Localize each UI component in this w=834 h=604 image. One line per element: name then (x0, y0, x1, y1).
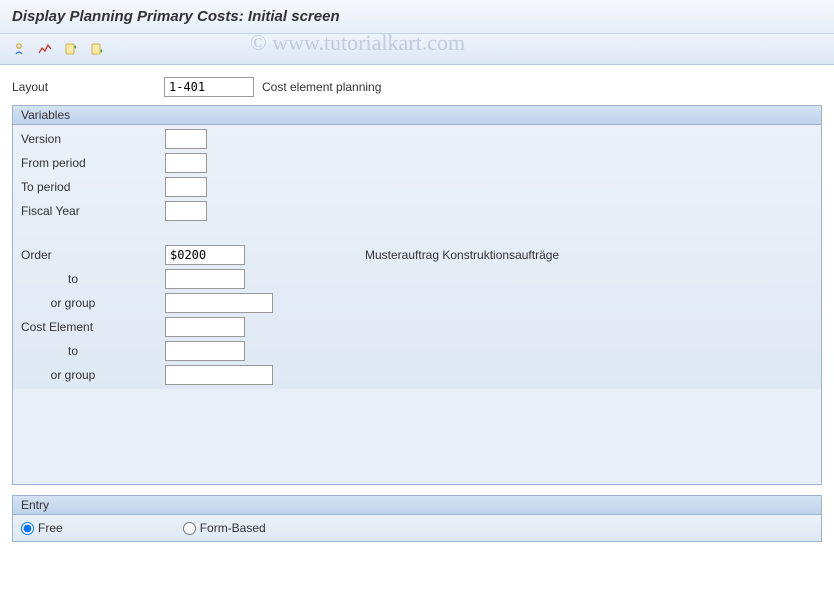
to-period-label: To period (21, 180, 165, 194)
from-period-input[interactable] (165, 153, 207, 173)
page-title: Display Planning Primary Costs: Initial … (12, 8, 822, 25)
version-input[interactable] (165, 129, 207, 149)
variables-panel-body: Version From period To period Fiscal Yea… (13, 125, 821, 389)
order-group-label: or group (21, 296, 165, 310)
overview-icon[interactable] (8, 38, 30, 60)
entry-free-option[interactable]: Free (21, 521, 63, 535)
order-description: Musterauftrag Konstruktionsaufträge (365, 248, 559, 262)
order-row: Order Musterauftrag Konstruktionsaufträg… (13, 243, 821, 267)
entry-free-label: Free (38, 521, 63, 535)
cost-element-group-row: or group (13, 363, 821, 387)
variables-panel: Variables Version From period To period … (12, 105, 822, 485)
cost-element-row: Cost Element (13, 315, 821, 339)
fiscal-year-label: Fiscal Year (21, 204, 165, 218)
content-area: Layout Cost element planning Variables V… (0, 65, 834, 564)
toolbar (0, 34, 834, 65)
from-period-row: From period (13, 151, 821, 175)
entry-form-option[interactable]: Form-Based (183, 521, 266, 535)
entry-panel: Entry Free Form-Based (12, 495, 822, 542)
cost-element-to-row: to (13, 339, 821, 363)
cost-element-group-input[interactable] (165, 365, 273, 385)
layout-label: Layout (12, 80, 160, 94)
order-label: Order (21, 248, 165, 262)
entry-panel-header: Entry (13, 496, 821, 515)
document-down-icon[interactable] (86, 38, 108, 60)
to-period-row: To period (13, 175, 821, 199)
entry-free-radio[interactable] (21, 522, 34, 535)
entry-form-radio[interactable] (183, 522, 196, 535)
fiscal-year-row: Fiscal Year (13, 199, 821, 223)
order-group-row: or group (13, 291, 821, 315)
order-to-row: to (13, 267, 821, 291)
title-bar: Display Planning Primary Costs: Initial … (0, 0, 834, 34)
layout-input[interactable] (164, 77, 254, 97)
order-group-input[interactable] (165, 293, 273, 313)
period-screen-icon[interactable] (34, 38, 56, 60)
fiscal-year-input[interactable] (165, 201, 207, 221)
version-row: Version (13, 127, 821, 151)
cost-element-group-label: or group (21, 368, 165, 382)
cost-element-input[interactable] (165, 317, 245, 337)
from-period-label: From period (21, 156, 165, 170)
cost-element-to-label: to (21, 344, 165, 358)
entry-panel-body: Free Form-Based (13, 515, 821, 541)
to-period-input[interactable] (165, 177, 207, 197)
document-up-icon[interactable] (60, 38, 82, 60)
cost-element-label: Cost Element (21, 320, 165, 334)
layout-description: Cost element planning (262, 80, 381, 94)
version-label: Version (21, 132, 165, 146)
order-input[interactable] (165, 245, 245, 265)
cost-element-to-input[interactable] (165, 341, 245, 361)
entry-form-label: Form-Based (200, 521, 266, 535)
layout-row: Layout Cost element planning (12, 77, 822, 97)
variables-panel-header: Variables (13, 106, 821, 125)
order-to-label: to (21, 272, 165, 286)
order-to-input[interactable] (165, 269, 245, 289)
